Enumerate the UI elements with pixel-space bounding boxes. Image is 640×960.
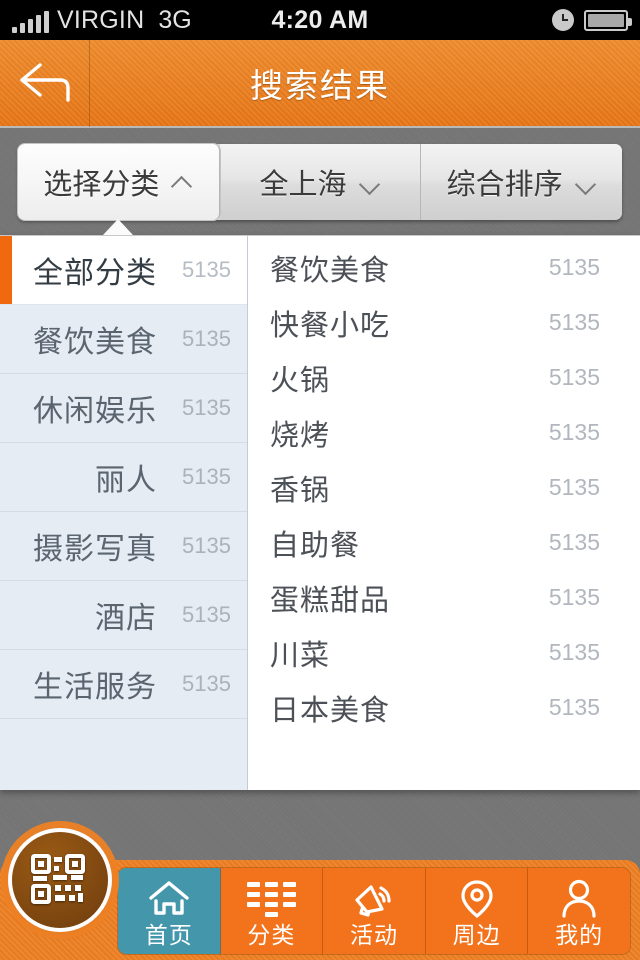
subcategory-name: 日本美食 [270, 694, 391, 727]
subcategory-row[interactable]: 川菜 5135 [248, 625, 640, 680]
back-button[interactable] [0, 39, 90, 127]
category-name: 生活服务 [33, 671, 157, 704]
filter-button-region[interactable]: 全上海 [219, 144, 422, 220]
category-name: 休闲娱乐 [33, 395, 157, 428]
user-icon [559, 878, 599, 920]
category-name: 全部分类 [33, 257, 157, 290]
category-row-food[interactable]: 餐饮美食 5135 [0, 305, 247, 374]
tab-activity[interactable]: 活动 [323, 868, 426, 954]
selected-indicator-bar [0, 236, 12, 304]
category-row-beauty[interactable]: 丽人 5135 [0, 443, 247, 512]
clock-icon [552, 9, 574, 31]
phone-screen: VIRGIN 3G 4:20 AM 搜索结果 选择分类 全上海 综合排序 全部分… [0, 0, 640, 960]
subcategory-name: 香锅 [270, 474, 331, 507]
category-count: 5135 [182, 464, 231, 489]
subcategory-count: 5135 [548, 529, 600, 555]
status-bar: VIRGIN 3G 4:20 AM [0, 0, 640, 40]
tab-group: 首页 分类 活动 周边 我的 [118, 868, 630, 954]
category-row-photography[interactable]: 摄影写真 5135 [0, 512, 247, 581]
subcategory-row[interactable]: 香锅 5135 [248, 460, 640, 515]
battery-icon [584, 9, 632, 31]
chevron-down-icon [359, 175, 381, 189]
tab-label-category: 分类 [247, 922, 296, 948]
subcategory-row[interactable]: 日本美食 5135 [248, 680, 640, 735]
subcategory-count: 5135 [548, 309, 600, 335]
tab-label-home: 首页 [144, 922, 193, 948]
category-row-hotel[interactable]: 酒店 5135 [0, 581, 247, 650]
chevron-down-icon [575, 175, 597, 189]
tab-home[interactable]: 首页 [118, 868, 221, 954]
grid-list-icon [246, 878, 296, 920]
back-arrow-icon [16, 60, 74, 106]
category-row-all[interactable]: 全部分类 5135 [0, 236, 247, 305]
category-row-life-service[interactable]: 生活服务 5135 [0, 650, 247, 719]
category-dropdown-panel: 全部分类 5135 餐饮美食 5135 休闲娱乐 5135 丽人 5135 摄影… [0, 235, 640, 790]
tab-label-nearby: 周边 [452, 922, 501, 948]
subcategory-row[interactable]: 快餐小吃 5135 [248, 295, 640, 350]
filter-button-category[interactable]: 选择分类 [18, 144, 220, 235]
category-name: 酒店 [95, 602, 157, 635]
tab-profile[interactable]: 我的 [528, 868, 630, 954]
status-bar-clock: 4:20 AM [271, 5, 369, 34]
subcategory-row[interactable]: 蛋糕甜品 5135 [248, 570, 640, 625]
dropdown-pointer [103, 219, 134, 235]
subcategory-count: 5135 [548, 474, 600, 500]
tab-label-activity: 活动 [349, 922, 398, 948]
subcategory-name: 自助餐 [270, 529, 361, 562]
subcategory-name: 川菜 [270, 639, 331, 672]
filter-label-category: 选择分类 [43, 169, 160, 201]
subcategory-count: 5135 [548, 584, 600, 610]
category-name: 丽人 [95, 464, 157, 497]
subcategory-row[interactable]: 烧烤 5135 [248, 405, 640, 460]
category-count: 5135 [182, 326, 231, 351]
tab-category[interactable]: 分类 [220, 868, 324, 954]
filter-segment-group: 选择分类 全上海 综合排序 [18, 144, 623, 235]
subcategory-count: 5135 [548, 419, 600, 445]
qr-code-icon [31, 854, 89, 906]
filter-button-sort[interactable]: 综合排序 [421, 144, 623, 220]
category-count: 5135 [182, 395, 231, 420]
subcategory-count: 5135 [548, 254, 600, 280]
category-row-entertainment[interactable]: 休闲娱乐 5135 [0, 374, 247, 443]
filter-label-region: 全上海 [259, 169, 347, 201]
category-count: 5135 [182, 602, 231, 627]
category-name: 餐饮美食 [33, 326, 157, 359]
home-icon [147, 878, 191, 920]
status-bar-right [552, 9, 640, 31]
subcategory-row[interactable]: 自助餐 5135 [248, 515, 640, 570]
category-count: 5135 [182, 257, 231, 282]
subcategory-count: 5135 [548, 639, 600, 665]
category-count: 5135 [182, 671, 231, 696]
filter-label-sort: 综合排序 [446, 169, 563, 201]
category-name: 摄影写真 [33, 533, 157, 566]
subcategory-row[interactable]: 餐饮美食 5135 [248, 240, 640, 295]
subcategory-count: 5135 [548, 694, 600, 720]
subcategory-count: 5135 [548, 364, 600, 390]
map-pin-icon [457, 878, 497, 920]
tab-nearby[interactable]: 周边 [425, 868, 529, 954]
category-list[interactable]: 全部分类 5135 餐饮美食 5135 休闲娱乐 5135 丽人 5135 摄影… [0, 236, 248, 790]
subcategory-name: 火锅 [270, 364, 331, 397]
subcategory-name: 烧烤 [270, 419, 331, 452]
tab-label-profile: 我的 [555, 922, 604, 948]
qr-scan-button[interactable] [8, 828, 112, 932]
subcategory-row[interactable]: 火锅 5135 [248, 350, 640, 405]
subcategory-list[interactable]: 餐饮美食 5135 快餐小吃 5135 火锅 5135 烧烤 5135 香锅 5… [248, 236, 640, 790]
nav-header: 搜索结果 [0, 39, 640, 128]
page-title: 搜索结果 [250, 67, 390, 104]
subcategory-name: 快餐小吃 [270, 309, 391, 342]
megaphone-icon [351, 878, 397, 920]
chevron-up-icon [171, 175, 193, 189]
filter-bar: 选择分类 全上海 综合排序 [0, 130, 640, 235]
category-count: 5135 [182, 533, 231, 558]
subcategory-name: 餐饮美食 [270, 254, 391, 287]
subcategory-name: 蛋糕甜品 [270, 584, 391, 617]
